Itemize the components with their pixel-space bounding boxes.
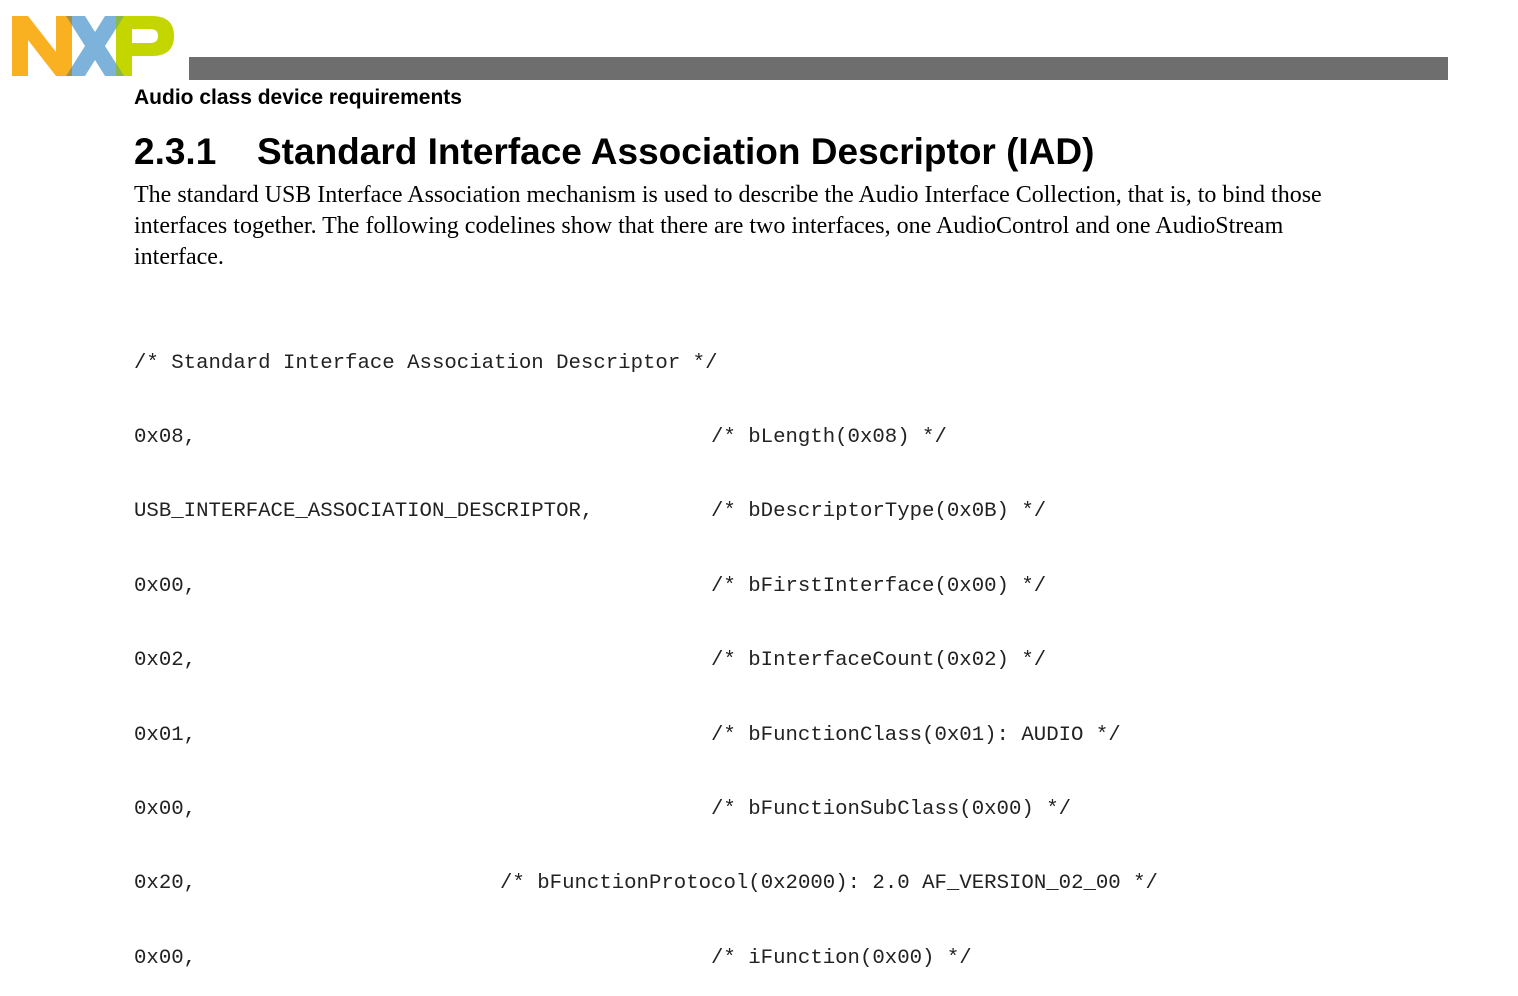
nxp-logo [12,16,174,76]
logo-letter-p [116,16,174,76]
code-block: /* Standard Interface Association Descri… [134,302,1158,996]
header-bar [189,57,1448,80]
paragraph-line: The standard USB Interface Association m… [134,182,1322,208]
code-comment: /* iFunction(0x00) */ [711,946,972,970]
code-comment: /* bFunctionClass(0x01): AUDIO */ [711,723,1121,747]
paragraph-line: interface. [134,244,224,270]
code-value: 0x02, [134,649,197,673]
running-header: Audio class device requirements [134,86,462,112]
code-value: 0x00, [134,797,197,821]
code-comment: /* bFunctionSubClass(0x00) */ [711,797,1072,821]
code-value: 0x08, [134,425,197,449]
code-heading-row: /* Standard Interface Association Descri… [134,352,717,377]
body-paragraph: The standard USB Interface Association m… [134,180,1444,273]
code-row: 0x20, /* bFunctionProtocol(0x2000): 2.0 A… [134,872,1158,897]
paragraph-line: interfaces together. The following codel… [134,213,1284,239]
code-row: 0x00, /* bFunctionSubClass(0x00) */ [134,798,1071,823]
code-heading: /* Standard Interface Association Descri… [134,351,718,375]
code-value: 0x01, [134,723,197,747]
code-comment: /* bLength(0x08) */ [711,425,947,449]
code-row: 0x00, /* bFirstInterface(0x00) */ [134,575,1046,600]
logo-letter-n [12,16,72,76]
code-comment: /* bDescriptorType(0x0B) */ [711,500,1047,524]
running-header-text: Audio class device requirements [134,86,462,109]
code-row: 0x08, /* bLength(0x08) */ [134,426,947,451]
code-row: USB_INTERFACE_ASSOCIATION_DESCRIPTOR, /* … [134,500,1046,525]
section-heading: 2.3.1 Standard Interface Association Desc… [134,128,1094,176]
section-title: Standard Interface Association Descripto… [257,131,1095,172]
section-number: 2.3.1 [134,131,217,172]
code-comment: /* bFirstInterface(0x00) */ [711,574,1047,598]
code-row: 0x00, /* iFunction(0x00) */ [134,947,972,972]
code-value: USB_INTERFACE_ASSOCIATION_DESCRIPTOR, [134,500,594,524]
code-comment: /* bFunctionProtocol(0x2000): 2.0 AF_VER… [500,872,1158,896]
code-row: 0x02, /* bInterfaceCount(0x02) */ [134,649,1046,674]
code-value: 0x20, [134,872,197,896]
logo-letter-x [66,16,124,76]
code-comment: /* bInterfaceCount(0x02) */ [711,649,1047,673]
code-value: 0x00, [134,946,197,970]
code-value: 0x00, [134,574,197,598]
code-row: 0x01, /* bFunctionClass(0x01): AUDIO */ [134,724,1121,749]
